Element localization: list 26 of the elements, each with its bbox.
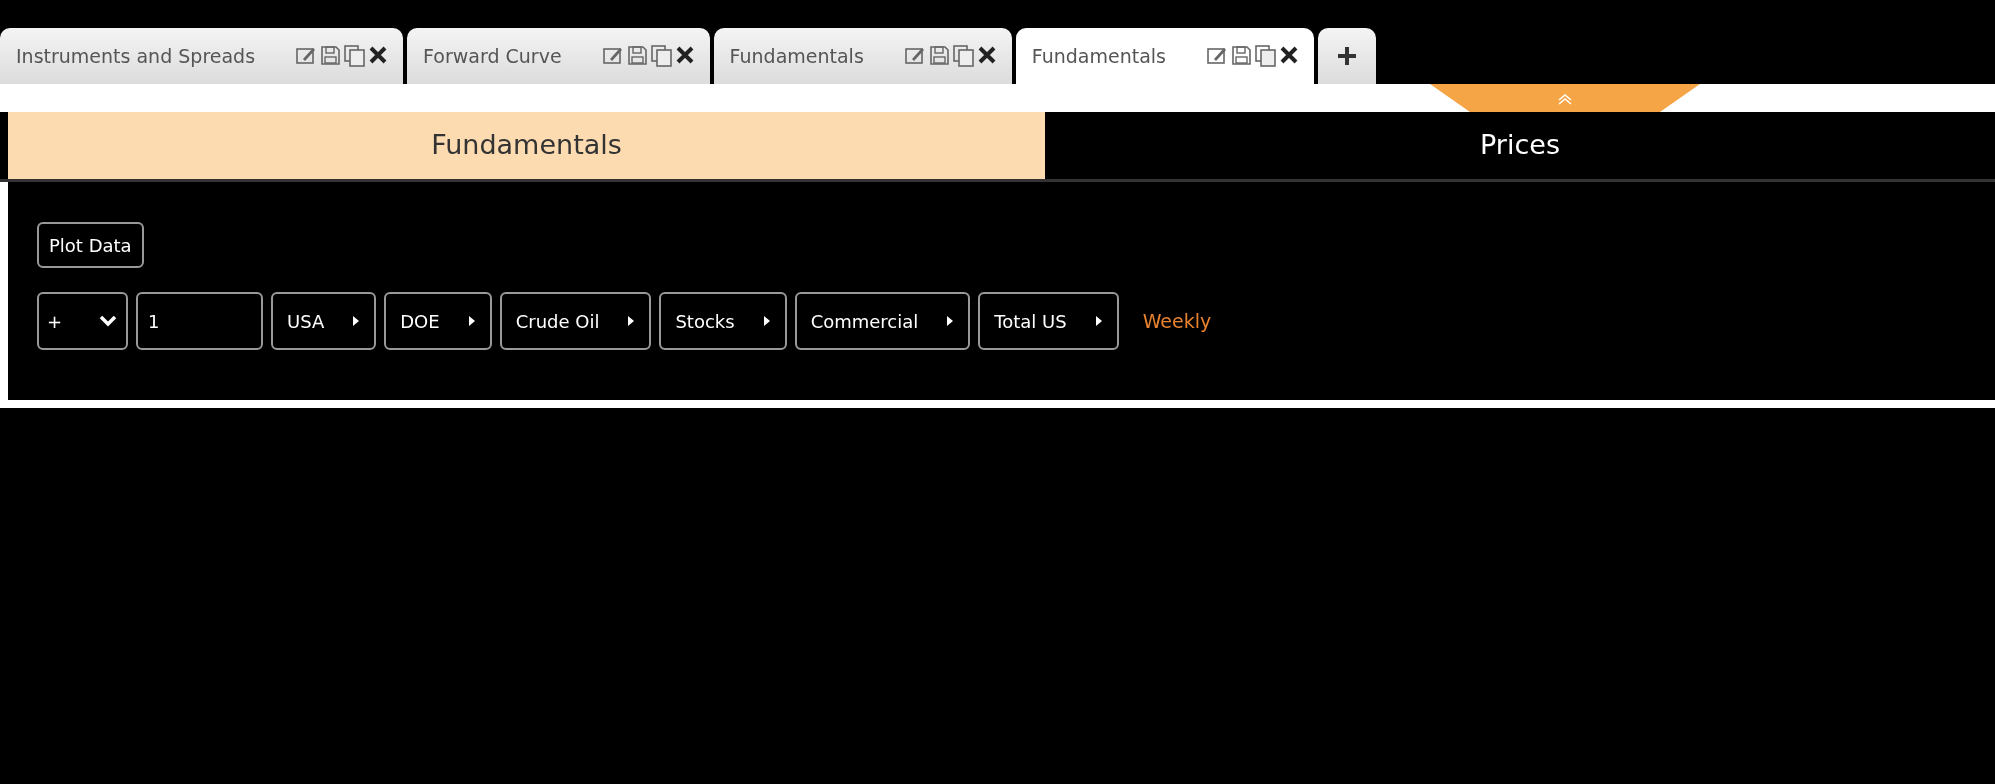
save-icon[interactable] bbox=[625, 44, 648, 68]
selector-button[interactable]: Total US bbox=[978, 292, 1119, 350]
caret-right-icon bbox=[946, 315, 955, 327]
save-icon[interactable] bbox=[319, 44, 342, 68]
plot-data-button[interactable]: Plot Data bbox=[37, 222, 144, 268]
section-tab[interactable]: Fundamentals bbox=[8, 112, 1045, 179]
collapse-handle[interactable] bbox=[1430, 84, 1700, 112]
value-field[interactable]: 1 bbox=[136, 292, 263, 350]
chevron-down-icon bbox=[98, 314, 118, 328]
save-icon[interactable] bbox=[1229, 44, 1252, 68]
plus-icon bbox=[1336, 46, 1357, 66]
add-tab-button[interactable] bbox=[1317, 28, 1376, 84]
operator-dropdown[interactable]: + bbox=[37, 292, 128, 350]
selector-button[interactable]: Crude Oil bbox=[499, 292, 652, 350]
caret-right-icon bbox=[467, 315, 476, 327]
caret-right-icon bbox=[1094, 315, 1103, 327]
copy-icon[interactable] bbox=[1253, 44, 1276, 68]
selector-button[interactable]: DOE bbox=[384, 292, 492, 350]
save-icon[interactable] bbox=[927, 44, 950, 68]
selector-button[interactable]: Commercial bbox=[794, 292, 971, 350]
selector-button[interactable]: Stocks bbox=[659, 292, 787, 350]
selector-button[interactable]: USA bbox=[271, 292, 377, 350]
caret-right-icon bbox=[762, 315, 771, 327]
frequency-label: Weekly bbox=[1142, 308, 1212, 334]
caret-right-icon bbox=[352, 315, 361, 327]
caret-right-icon bbox=[627, 315, 636, 327]
